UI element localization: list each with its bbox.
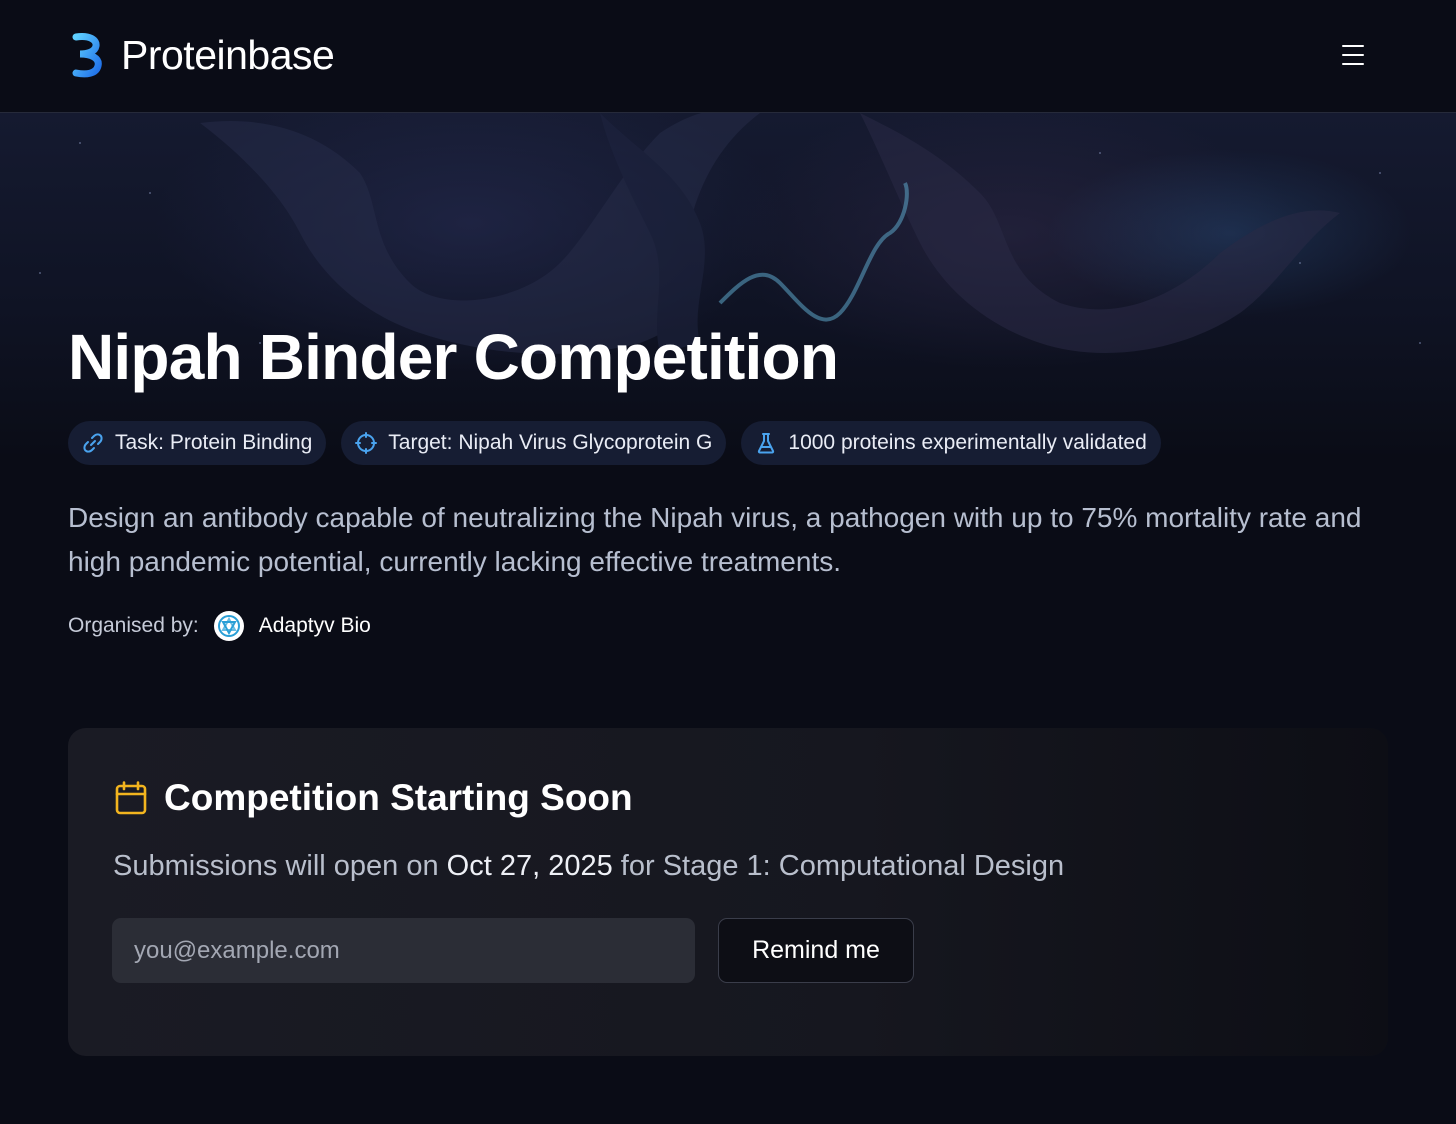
submission-text-after: for Stage 1: Computational Design <box>612 850 1065 882</box>
tag-validated-proteins: 1000 proteins experimentally validated <box>741 421 1161 465</box>
card-title: Competition Starting Soon <box>164 777 633 818</box>
hamburger-menu-icon[interactable] <box>1334 37 1372 73</box>
target-icon <box>355 432 378 454</box>
remind-me-button[interactable]: Remind me <box>718 918 914 983</box>
tag-label: Task: Protein Binding <box>115 431 313 454</box>
link-icon <box>82 432 104 454</box>
tag-task: Task: Protein Binding <box>68 421 327 465</box>
competition-description: Design an antibody capable of neutralizi… <box>68 502 1362 577</box>
submission-open-date: Oct 27, 2025 <box>446 850 613 882</box>
adaptyv-bio-logo-icon[interactable] <box>213 611 244 641</box>
tag-target: Target: Nipah Virus Glycoprotein G <box>341 421 727 465</box>
competition-tags: Task: Protein Binding Target: Nipah Viru… <box>68 421 1161 465</box>
proteinbase-logo-icon[interactable] <box>66 32 104 78</box>
tag-label: 1000 proteins experimentally validated <box>788 431 1147 454</box>
submission-info: Submissions will open on Oct 27, 2025 fo… <box>113 846 1064 886</box>
organiser-name-link[interactable]: Adaptyv Bio <box>259 614 371 638</box>
brand-name[interactable]: Proteinbase <box>121 32 335 78</box>
email-input[interactable] <box>112 918 695 983</box>
tag-label: Target: Nipah Virus Glycoprotein G <box>388 431 713 454</box>
page-title: Nipah Binder Competition <box>68 321 839 393</box>
calendar-icon <box>114 781 148 815</box>
competition-status-card: Competition Starting Soon Submissions wi… <box>68 728 1388 1056</box>
organiser-info: Organised by: Adaptyv Bio <box>68 609 371 643</box>
top-navigation-bar: Proteinbase <box>0 0 1456 113</box>
flask-icon <box>755 432 777 454</box>
organiser-label: Organised by: <box>68 614 199 637</box>
card-header: Competition Starting Soon <box>114 778 633 818</box>
submission-text-before: Submissions will open on <box>113 850 447 882</box>
